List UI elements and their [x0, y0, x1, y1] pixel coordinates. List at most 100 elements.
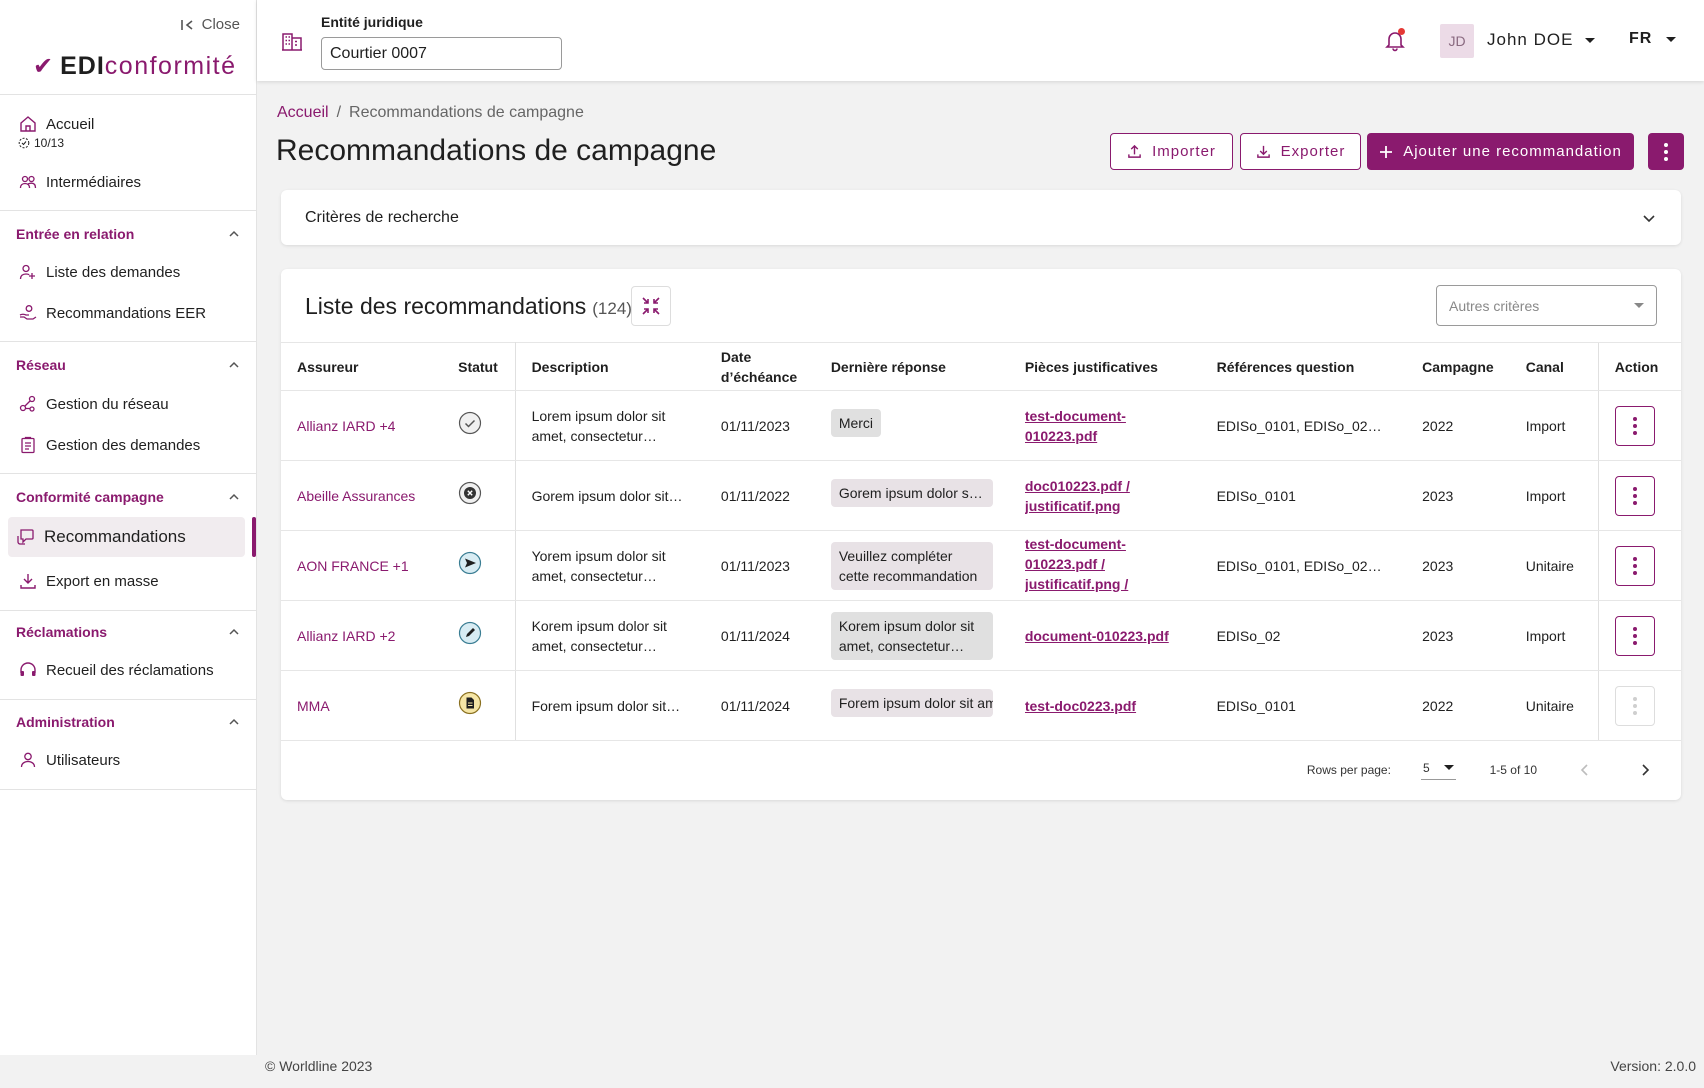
sidebar-item-export-masse[interactable]: Export en masse: [18, 571, 159, 591]
progress-icon: [18, 137, 30, 149]
canal-value: Import: [1509, 460, 1599, 531]
other-criteria-select[interactable]: Autres critères: [1436, 285, 1657, 326]
sidebar-item-utilisateurs[interactable]: Utilisateurs: [18, 750, 120, 770]
import-button[interactable]: Importer: [1110, 133, 1233, 170]
column-header-statut[interactable]: Statut: [442, 342, 516, 391]
table-row[interactable]: Abeille Assurances Gorem ipsum dolor sit…: [281, 460, 1681, 531]
chevron-up-icon: [229, 230, 239, 237]
sidebar-item-gestion-demandes[interactable]: Gestion des demandes: [18, 435, 200, 455]
assureur-link[interactable]: Allianz IARD +2: [297, 628, 395, 644]
copyright: © Worldline 2023: [265, 1058, 373, 1074]
column-header-assureur[interactable]: Assureur: [281, 342, 443, 391]
add-recommendation-button[interactable]: Ajouter une recommandation: [1367, 133, 1634, 170]
section-entree-en-relation[interactable]: Entrée en relation: [16, 226, 241, 242]
table-row[interactable]: Allianz IARD +4 Lorem ipsum dolor sit am…: [281, 390, 1681, 461]
search-criteria-panel[interactable]: Critères de recherche: [281, 190, 1681, 245]
section-reclamations[interactable]: Réclamations: [16, 624, 241, 640]
breadcrumb: Accueil / Recommandations de campagne: [277, 104, 584, 122]
row-action-button[interactable]: [1614, 545, 1655, 586]
recommendations-table: Assureur Statut Description Date d’échéa…: [281, 342, 1681, 741]
column-header-description[interactable]: Description: [515, 342, 705, 391]
language-selector[interactable]: FR: [1629, 30, 1677, 48]
sidebar-item-recommandations-eer[interactable]: Recommandations EER: [18, 303, 206, 323]
document-circle-icon: [459, 691, 482, 715]
caret-down-icon: [1666, 36, 1677, 42]
row-action-button[interactable]: [1614, 685, 1655, 726]
list-title: Liste des recommandations (124): [305, 293, 632, 320]
export-label: Exporter: [1280, 143, 1346, 160]
last-response-chip: Korem ipsum dolor sit amet, consectetur …: [830, 611, 993, 660]
breadcrumb-home[interactable]: Accueil: [277, 104, 329, 122]
section-reseau[interactable]: Réseau: [16, 357, 241, 373]
last-response-chip: Forem ipsum dolor sit amet: [830, 689, 993, 717]
chevron-left-icon: [1580, 764, 1588, 776]
next-page-button[interactable]: [1633, 758, 1657, 782]
table-row[interactable]: AON FRANCE +1 Yorem ipsum dolor sit amet…: [281, 530, 1681, 601]
close-sidebar-button[interactable]: Close: [180, 16, 240, 33]
assureur-link[interactable]: AON FRANCE +1: [297, 558, 409, 574]
export-button[interactable]: Exporter: [1240, 133, 1361, 170]
sidebar-item-label: Export en masse: [46, 572, 159, 590]
attachment-link[interactable]: test-doc0223.pdf: [1025, 698, 1136, 714]
table-row[interactable]: Allianz IARD +2 Korem ipsum dolor sit am…: [281, 600, 1681, 671]
sidebar-item-gestion-reseau[interactable]: Gestion du réseau: [18, 394, 169, 414]
section-conformite-campagne[interactable]: Conformité campagne: [16, 489, 241, 505]
accueil-progress: 10/13: [18, 136, 64, 150]
assureur-link[interactable]: Allianz IARD +4: [297, 418, 395, 434]
row-action-button[interactable]: [1614, 405, 1655, 446]
pieces-list: test-doc0223.pdf: [1025, 696, 1185, 716]
column-header-references[interactable]: Références question: [1200, 342, 1407, 391]
check-circle-icon: [459, 411, 482, 435]
avatar[interactable]: JD: [1440, 24, 1474, 58]
date-echeance: 01/11/2024: [704, 670, 815, 741]
row-action-button[interactable]: [1614, 615, 1655, 656]
user-menu[interactable]: John DOE: [1487, 30, 1596, 50]
assureur-link[interactable]: Abeille Assurances: [297, 488, 415, 504]
sidebar-item-recueil-reclamations[interactable]: Recueil des réclamations: [18, 660, 214, 680]
entity-field[interactable]: [321, 37, 562, 70]
edit-circle-icon: [459, 621, 482, 645]
column-header-date[interactable]: Date d’échéance: [704, 342, 815, 391]
building-icon: [282, 33, 302, 51]
app-version: Version: 2.0.0: [1610, 1058, 1696, 1074]
more-options-button[interactable]: [1648, 133, 1684, 170]
list-title-text: Liste des recommandations: [305, 293, 587, 319]
divider: [0, 789, 257, 790]
table-row[interactable]: MMA Forem ipsum dolor sit amet 01/11/202…: [281, 670, 1681, 741]
section-title: Entrée en relation: [16, 226, 135, 242]
download-icon: [1256, 145, 1270, 158]
attachment-link[interactable]: test-document-010223.pdf: [1025, 408, 1126, 444]
section-administration[interactable]: Administration: [16, 714, 241, 730]
assureur-link[interactable]: MMA: [297, 698, 330, 714]
previous-page-button[interactable]: [1573, 758, 1597, 782]
column-header-canal[interactable]: Canal: [1509, 342, 1599, 391]
chevron-up-icon: [229, 628, 239, 635]
app-logo[interactable]: ✔ EDI conformité: [33, 52, 237, 81]
sidebar-item-label: Gestion des demandes: [46, 436, 201, 454]
footer: © Worldline 2023 Version: 2.0.0: [265, 1058, 1696, 1074]
sidebar-item-liste-demandes[interactable]: Liste des demandes: [18, 262, 180, 282]
divider: [0, 210, 257, 211]
rows-per-page-label: Rows per page:: [1306, 763, 1391, 777]
entity-label: Entité juridique: [321, 14, 423, 30]
divider: [0, 699, 257, 700]
column-header-pieces[interactable]: Pièces justificatives: [1008, 342, 1201, 391]
group-icon: [19, 175, 37, 189]
sidebar-item-accueil[interactable]: Accueil: [18, 114, 94, 134]
row-action-button[interactable]: [1614, 475, 1655, 516]
sidebar-item-label: Intermédiaires: [46, 173, 142, 191]
column-header-campagne[interactable]: Campagne: [1406, 342, 1510, 391]
attachment-link[interactable]: doc010223.pdf / justificatif.png: [1025, 478, 1130, 514]
rows-per-page-select[interactable]: 5: [1420, 761, 1456, 780]
chat-hand-icon: [17, 529, 34, 545]
logo-edi: EDI: [60, 52, 105, 80]
chevron-right-icon: [1642, 764, 1650, 776]
question-references: EDISo_0101, EDISo_0202: [1216, 417, 1382, 434]
sidebar-item-intermediaires[interactable]: Intermédiaires: [18, 172, 141, 192]
column-header-derniere-reponse[interactable]: Dernière réponse: [814, 342, 1009, 391]
attachment-link[interactable]: test-document-010223.pdf / justificatif.…: [1025, 536, 1128, 598]
sidebar-item-recommandations[interactable]: Recommandations: [8, 517, 245, 557]
collapse-table-button[interactable]: [631, 286, 671, 326]
user-name: John DOE: [1487, 30, 1574, 49]
attachment-link[interactable]: document-010223.pdf: [1025, 628, 1169, 644]
